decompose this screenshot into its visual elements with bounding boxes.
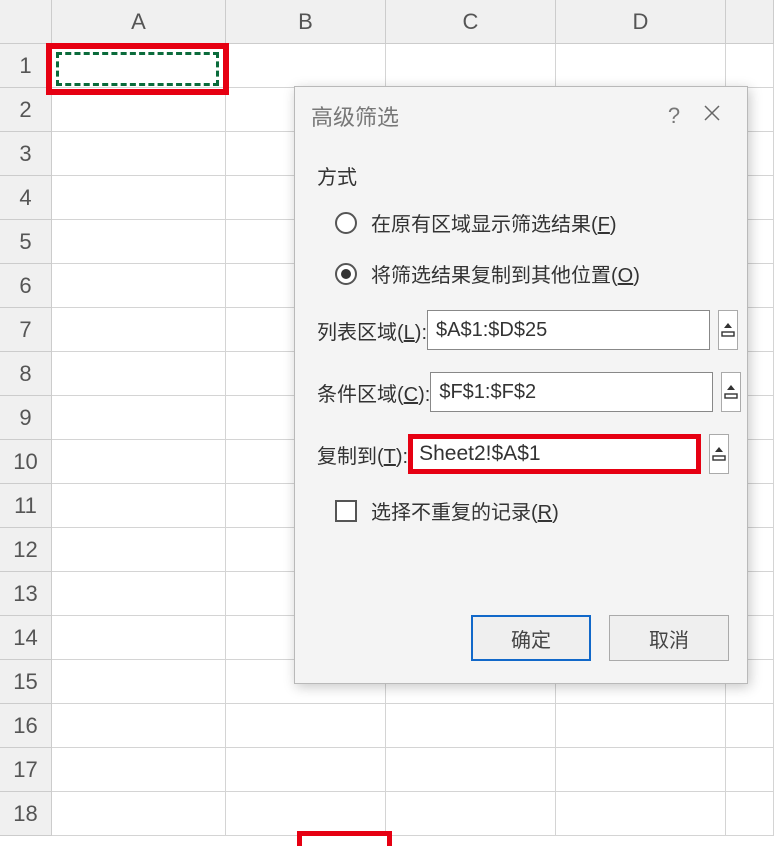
cell[interactable] bbox=[226, 748, 386, 792]
list-range-input[interactable] bbox=[427, 310, 710, 350]
close-button[interactable] bbox=[693, 103, 731, 129]
col-header-d[interactable]: D bbox=[556, 0, 726, 44]
row-header[interactable]: 16 bbox=[0, 704, 52, 748]
cell[interactable] bbox=[52, 528, 226, 572]
row-header[interactable]: 11 bbox=[0, 484, 52, 528]
radio-copy-to-location[interactable]: 将筛选结果复制到其他位置(O) bbox=[335, 259, 725, 288]
copy-to-input[interactable] bbox=[408, 434, 701, 474]
cell[interactable] bbox=[52, 44, 226, 88]
grid-row: 18 bbox=[0, 792, 774, 836]
criteria-range-picker[interactable] bbox=[721, 372, 741, 412]
grid-row: 16 bbox=[0, 704, 774, 748]
radio-icon bbox=[335, 263, 357, 285]
row-header[interactable]: 5 bbox=[0, 220, 52, 264]
radio-filter-in-place[interactable]: 在原有区域显示筛选结果(F) bbox=[335, 208, 725, 237]
grid-row: 17 bbox=[0, 748, 774, 792]
annotation-highlight-bottom bbox=[297, 831, 392, 846]
cell[interactable] bbox=[556, 44, 726, 88]
list-range-label: 列表区域(L): bbox=[317, 316, 427, 345]
unique-records-checkbox[interactable]: 选择不重复的记录(R) bbox=[335, 496, 725, 525]
row-header[interactable]: 12 bbox=[0, 528, 52, 572]
cell[interactable] bbox=[386, 792, 556, 836]
list-range-picker[interactable] bbox=[718, 310, 738, 350]
col-header-b[interactable]: B bbox=[226, 0, 386, 44]
criteria-range-input[interactable] bbox=[430, 372, 713, 412]
radio-label: 在原有区域显示筛选结果(F) bbox=[371, 208, 617, 237]
row-header[interactable]: 3 bbox=[0, 132, 52, 176]
cell[interactable] bbox=[52, 792, 226, 836]
cell[interactable] bbox=[52, 352, 226, 396]
collapse-dialog-icon bbox=[722, 383, 740, 401]
column-headers: A B C D bbox=[0, 0, 774, 44]
row-header[interactable]: 17 bbox=[0, 748, 52, 792]
ok-button[interactable]: 确定 bbox=[471, 615, 591, 661]
cell[interactable] bbox=[52, 616, 226, 660]
dialog-title: 高级筛选 bbox=[311, 100, 399, 132]
cell[interactable] bbox=[726, 748, 774, 792]
cell[interactable] bbox=[226, 44, 386, 88]
checkbox-icon bbox=[335, 500, 357, 522]
cell[interactable] bbox=[52, 132, 226, 176]
select-all-corner[interactable] bbox=[0, 0, 52, 44]
copy-to-range-picker[interactable] bbox=[709, 434, 729, 474]
cell[interactable] bbox=[52, 484, 226, 528]
radio-label: 将筛选结果复制到其他位置(O) bbox=[371, 259, 640, 288]
close-icon bbox=[702, 103, 722, 123]
row-header[interactable]: 14 bbox=[0, 616, 52, 660]
row-header[interactable]: 8 bbox=[0, 352, 52, 396]
row-header[interactable]: 13 bbox=[0, 572, 52, 616]
cell[interactable] bbox=[556, 704, 726, 748]
cell[interactable] bbox=[52, 704, 226, 748]
cell[interactable] bbox=[556, 792, 726, 836]
cell[interactable] bbox=[52, 748, 226, 792]
cell[interactable] bbox=[52, 176, 226, 220]
collapse-dialog-icon bbox=[710, 445, 728, 463]
cell[interactable] bbox=[52, 660, 226, 704]
checkbox-label: 选择不重复的记录(R) bbox=[371, 496, 559, 525]
help-button[interactable]: ? bbox=[655, 103, 693, 129]
row-header[interactable]: 10 bbox=[0, 440, 52, 484]
row-header[interactable]: 2 bbox=[0, 88, 52, 132]
criteria-range-label: 条件区域(C): bbox=[317, 378, 430, 407]
row-header[interactable]: 18 bbox=[0, 792, 52, 836]
method-section-label: 方式 bbox=[317, 161, 725, 190]
cell[interactable] bbox=[726, 792, 774, 836]
cell[interactable] bbox=[386, 44, 556, 88]
col-header-c[interactable]: C bbox=[386, 0, 556, 44]
row-header[interactable]: 9 bbox=[0, 396, 52, 440]
cell[interactable] bbox=[226, 704, 386, 748]
cancel-button[interactable]: 取消 bbox=[609, 615, 729, 661]
advanced-filter-dialog: 高级筛选 ? 方式 在原有区域显示筛选结果(F) 将筛选结果复制到其他位置(O)… bbox=[294, 86, 748, 684]
col-header-blank bbox=[726, 0, 774, 44]
row-header[interactable]: 1 bbox=[0, 44, 52, 88]
radio-icon bbox=[335, 212, 357, 234]
cell[interactable] bbox=[726, 44, 774, 88]
row-header[interactable]: 6 bbox=[0, 264, 52, 308]
cell[interactable] bbox=[52, 220, 226, 264]
cell[interactable] bbox=[52, 440, 226, 484]
cell[interactable] bbox=[52, 88, 226, 132]
cell[interactable] bbox=[52, 572, 226, 616]
cell[interactable] bbox=[52, 396, 226, 440]
row-header[interactable]: 15 bbox=[0, 660, 52, 704]
copy-to-label: 复制到(T): bbox=[317, 440, 408, 469]
grid-row: 1 bbox=[0, 44, 774, 88]
collapse-dialog-icon bbox=[719, 321, 737, 339]
cell[interactable] bbox=[52, 264, 226, 308]
dialog-titlebar[interactable]: 高级筛选 ? bbox=[295, 87, 747, 145]
cell[interactable] bbox=[726, 704, 774, 748]
cell[interactable] bbox=[556, 748, 726, 792]
cell[interactable] bbox=[386, 748, 556, 792]
cell[interactable] bbox=[52, 308, 226, 352]
cell[interactable] bbox=[386, 704, 556, 748]
row-header[interactable]: 7 bbox=[0, 308, 52, 352]
row-header[interactable]: 4 bbox=[0, 176, 52, 220]
cell[interactable] bbox=[226, 792, 386, 836]
col-header-a[interactable]: A bbox=[52, 0, 226, 44]
